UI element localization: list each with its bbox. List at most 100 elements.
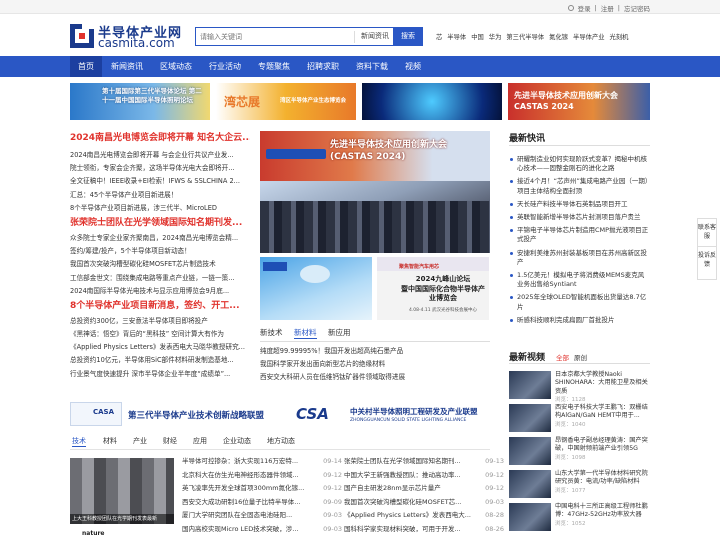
hotword[interactable]: 芯 [436,32,442,41]
register-link[interactable]: 注册 [601,3,614,13]
list-item[interactable]: 英联智能新增半导体芯片封测项目落户贵兰 [509,213,650,222]
casa-banner[interactable]: CASA 第三代半导体产业技术创新战略联盟 [70,400,280,428]
hotword[interactable]: 光刻机 [610,32,629,41]
hotword[interactable]: 华为 [489,32,502,41]
news-line[interactable]: 行业景气度快速提升 深市半导体企业半年度“成绩单”... [70,368,250,381]
video-title[interactable]: 山东大学第一代半导体材料研究院研究员黄：电流/功率/缺陷材料 [555,470,650,487]
site-logo-icon[interactable] [70,24,94,48]
hotword[interactable]: 氮化镓 [549,32,568,41]
video-title[interactable]: 西安电子科技大学王鹏飞：双栅结构AlGaN/GaN HEMT中用于... [555,404,650,421]
video-item[interactable]: 西安电子科技大学王鹏飞：双栅结构AlGaN/GaN HEMT中用于... 浏览：1… [509,404,650,438]
video-thumbnail[interactable] [509,437,551,465]
nav-events[interactable]: 行业活动 [202,56,248,77]
video-item[interactable]: 日本京都大学教授Naoki SHINOHARA：大用能卫星及相关资质 浏览：112… [509,371,650,405]
tab-industry[interactable]: 产业 [133,436,147,446]
list-item[interactable]: 安捷利美维苏州封装基板项目在苏州高新区投产 [509,249,650,267]
news-line[interactable]: 《黑神话：悟空》背后的“黑科技” 空间计算大有作为 [70,328,250,341]
list-item[interactable]: 昕感科技顺利完成扁圆厂首批投片 [509,316,650,325]
nav-topics[interactable]: 专题聚焦 [251,56,297,77]
tab-materials[interactable]: 材料 [103,436,117,446]
list-item[interactable]: 中国大学王新强教授团队：推动高功率... 09-12 [344,469,504,483]
tab-new-materials[interactable]: 新材料 [294,327,317,339]
banner-tech[interactable] [362,83,502,120]
nav-downloads[interactable]: 资料下载 [349,56,395,77]
list-item[interactable]: 西安交大成功研制16位量子比特半导体... 09-09 [182,496,342,510]
list-item[interactable]: 张荣院士团队在光学领域国际知名期刊... 09-13 [344,455,504,469]
nav-video[interactable]: 视频 [398,56,428,77]
nav-region[interactable]: 区域动态 [153,56,199,77]
logo-en-text[interactable]: casmita.com [98,36,175,50]
banner-bayexpo[interactable]: 湾芯展 湾区半导体产业生态博览会 [216,83,356,120]
news-line[interactable]: 纯度超99.99995%！我国开发出超高纯石墨产品 [260,345,490,358]
tab-company-news[interactable]: 企业动态 [223,436,251,446]
search-scope-select[interactable]: 新闻资讯 [354,31,389,43]
news-line[interactable]: 西安交大科研人员在低维钙钛矿器件领域取得进展 [260,371,490,384]
headline[interactable]: 张荣院士团队在光学领域国际知名期刊发... [70,217,250,229]
csa-banner[interactable]: CSA 中关村半导体照明工程研发及产业联盟 ZHONGGUANCUN SOLID… [296,400,490,428]
list-item[interactable]: 平锦电子半导体芯片制造用CMP抛光液项目正式投产 [509,226,650,244]
video-title[interactable]: 日本京都大学教授Naoki SHINOHARA：大用能卫星及相关资质 [555,371,650,396]
headline[interactable]: 2024南昌光电博览会即将开幕 知名大企云... [70,132,250,144]
list-item[interactable]: 半导体可控掺杂：浙大实现116万宏特... 09-14 [182,455,342,469]
video-thumbnail[interactable] [509,470,551,498]
banner-castas[interactable]: 先进半导体技术应用创新大会 CASTAS 2024 [508,83,650,120]
hotword[interactable]: 中国 [471,32,484,41]
tab-local-news[interactable]: 地方动态 [267,436,295,446]
list-item[interactable]: 国产自主研发28nm显示芯片量产 09-12 [344,482,504,496]
feedback-tab[interactable]: 投诉反馈 [697,246,717,280]
news-line[interactable]: 8个半导体产业项目新进展，涉三代半、MicroLED [70,202,250,215]
list-item[interactable]: 北京科大在仿生光电神经形态器件领域... 09-12 [182,469,342,483]
news-line[interactable]: 院士领衔，专家会企齐聚，这场半导体光电大会即将开... [70,162,250,175]
list-item[interactable]: 天长硅产料技半导体石英制品项目开工 [509,200,650,209]
nav-news[interactable]: 新闻资讯 [104,56,150,77]
news-line[interactable]: 众多院士专家企业家齐聚南昌，2024南昌光电博览会精... [70,232,250,245]
list-item[interactable]: 国科科学家实现材料突破，可用于开发... 08-26 [344,523,504,537]
tab-tech[interactable]: 技术 [72,436,86,447]
news-line[interactable]: 2024南昌光电博览会即将开幕 与会企业行共议产业发... [70,149,250,162]
list-item[interactable]: 国内高校实现Micro LED技术突破，涉... 09-03 [182,523,342,537]
news-line[interactable]: 全文征稿中！IEEE收录+EI检索！IFWS & SSLCHINA 2... [70,175,250,188]
news-line[interactable]: 2024南国际半导体光电技术与显示应用博览会9月底... [70,285,250,298]
news-line[interactable]: 我国科学家开发出面向新型芯片的绝缘材料 [260,358,490,371]
tab-applications[interactable]: 应用 [193,436,207,446]
photo-forum[interactable]: 聚焦智能汽车用芯 2024九峰山论坛 暨中国国际化合物半导体产业博览会 4.08… [377,257,489,320]
video-item[interactable]: 昂钢香电子副总经理黄涛：国产突破，中国射频前端产业引领5G 浏览：1098 [509,437,650,471]
video-thumbnail[interactable] [509,371,551,399]
tab-finance[interactable]: 财经 [163,436,177,446]
video-item[interactable]: 山东大学第一代半导体材料研究院研究员黄：电流/功率/缺陷材料 浏览：1077 [509,470,650,504]
news-line[interactable]: 总投资约300亿，三安意法半导体项目即将投产 [70,315,250,328]
tab-new-tech[interactable]: 新技术 [260,327,283,338]
photo-expo[interactable] [260,257,372,320]
news-line[interactable]: 总投资约10亿元，半导体用SiC部件材料研发制造基地... [70,354,250,367]
news-line[interactable]: 工信部金世文：围绕集成电路等重点产业链，一链一策... [70,272,250,285]
video-item[interactable]: 中国电科十三所正高级工程师杜鹏博：47GHz-52GHz功率放大器 浏览：1052 [509,503,650,537]
news-line[interactable]: 汇总：45个半导体产业项目新进展！ [70,189,250,202]
list-item[interactable]: 接近4个月！“芯声州”集成电路产业园（一期）项目主体结构全面封顶 [509,177,650,195]
list-item[interactable]: 《Applied Physics Letters》发表西电大... 08-28 [344,509,504,523]
featured-photo[interactable]: 先进半导体技术应用创新大会 (CASTAS 2024) [260,131,490,253]
search-input[interactable] [200,30,350,43]
bottom-feature-image[interactable]: 上大王科教授团队在光学期刊发表最新 [70,458,174,524]
news-line[interactable]: 我国首次突破沟槽型碳化硅MOSFET芯片制造技术 [70,258,250,271]
list-item[interactable]: 2025年全球OLED智能机面板出货量达8.7亿片 [509,293,650,311]
news-line[interactable]: 签约/筹建/投产，5个半导体项目新动态！ [70,245,250,258]
nav-jobs[interactable]: 招聘求职 [300,56,346,77]
video-tab-original[interactable]: 原创 [574,352,587,362]
login-link[interactable]: 登录 [578,3,591,13]
list-item[interactable]: 研耀制造业如何实现阶跃式变革？揭秘中机核心技术——固整金刚石的进化之路 [509,155,650,173]
tab-new-applications[interactable]: 新应用 [328,327,351,338]
list-item[interactable]: 我国首次突破沟槽型碳化硅MOSFET芯... 09-03 [344,496,504,510]
list-item[interactable]: 1.5亿美元！模拟电子将消费级MEMS麦克风业务出售给Syntiant [509,271,650,289]
video-thumbnail[interactable] [509,503,551,531]
video-tab-all[interactable]: 全部 [556,352,569,362]
news-line[interactable]: 《Applied Physics Letters》发表西电大马晓华教授研究... [70,341,250,354]
search-button[interactable]: 搜索 [393,26,423,46]
hotword[interactable]: 半导体产业 [573,32,604,41]
list-item[interactable]: 厦门大学研究团队在全固态电池硅阳... 09-03 [182,509,342,523]
hotword[interactable]: 半导体 [447,32,466,41]
forgot-password-link[interactable]: 忘记密码 [624,3,650,13]
headline[interactable]: 8个半导体产业项目新消息，签约、开工... [70,300,250,312]
video-title[interactable]: 昂钢香电子副总经理黄涛：国产突破，中国射频前端产业引领5G [555,437,650,454]
video-title[interactable]: 中国电科十三所正高级工程师杜鹏博：47GHz-52GHz功率放大器 [555,503,650,520]
video-thumbnail[interactable] [509,404,551,432]
